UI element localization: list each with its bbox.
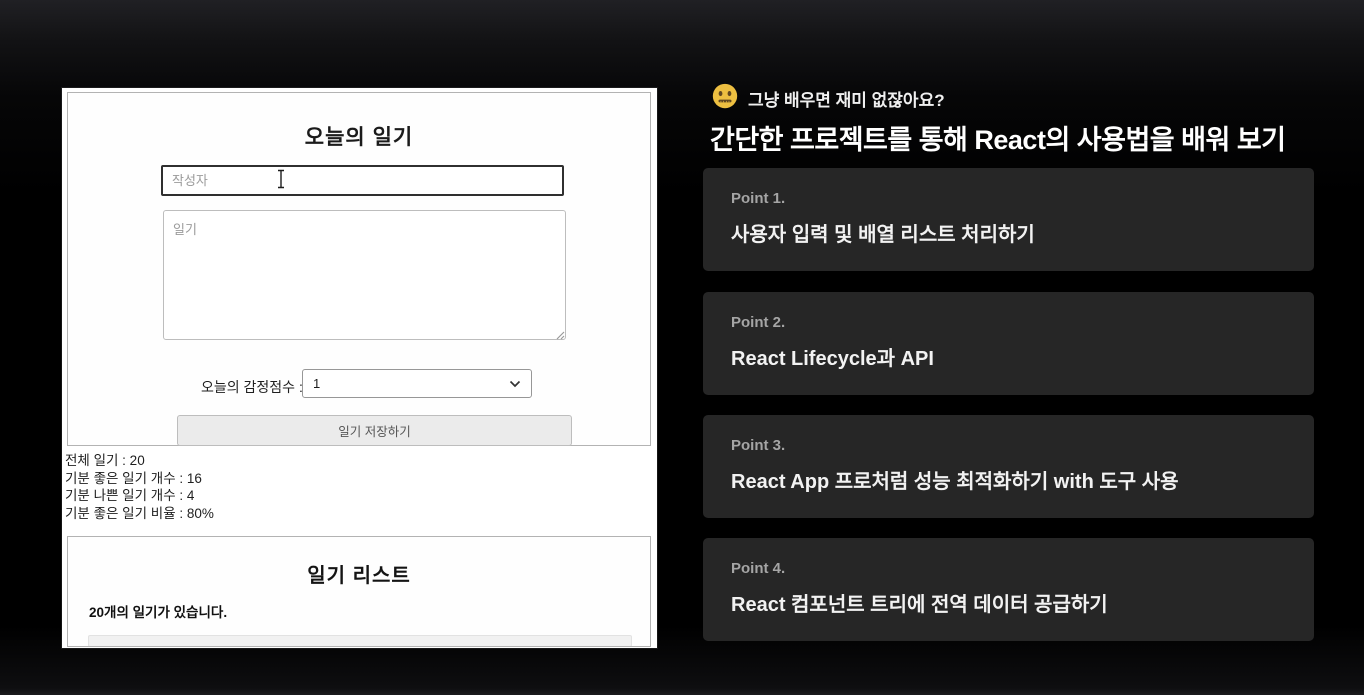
stat-bad-count: 기분 나쁜 일기 개수 : 4 bbox=[65, 488, 195, 504]
stat-good-ratio: 기분 좋은 일기 비율 : 80% bbox=[65, 505, 214, 521]
slide-intro-text: 그냥 배우면 재미 없잖아요? bbox=[748, 91, 945, 110]
point-text: 사용자 입력 및 배열 리스트 처리하기 bbox=[731, 224, 1035, 246]
emotion-select-value: 1 bbox=[313, 376, 321, 391]
diary-editor-title: 오늘의 일기 bbox=[304, 126, 414, 149]
stat-good-count: 기분 좋은 일기 개수 : 16 bbox=[65, 470, 202, 486]
point-card-2: Point 2. React Lifecycle과 API bbox=[703, 292, 1314, 395]
point-label: Point 1. bbox=[731, 190, 786, 207]
diary-list-title: 일기 리스트 bbox=[307, 565, 411, 587]
chevron-down-icon bbox=[509, 380, 521, 388]
neutral-face-emoji-icon bbox=[712, 83, 738, 114]
point-text: React App 프로처럼 성능 최적화하기 with 도구 사용 bbox=[731, 471, 1179, 493]
diary-list-section: 일기 리스트 20개의 일기가 있습니다. bbox=[67, 536, 651, 647]
point-label: Point 4. bbox=[731, 560, 786, 577]
diary-count-number: 20 bbox=[89, 605, 105, 620]
emotion-select[interactable]: 1 bbox=[302, 369, 532, 398]
author-input[interactable] bbox=[161, 165, 564, 196]
point-label: Point 2. bbox=[731, 314, 786, 331]
diary-list-item-partial bbox=[88, 635, 632, 646]
diary-app-panel: 오늘의 일기 오늘의 감정점수 : 1 일기 저장하기 전체 일기 : 20 bbox=[62, 88, 657, 648]
point-card-1: Point 1. 사용자 입력 및 배열 리스트 처리하기 bbox=[703, 168, 1314, 271]
diary-count-suffix: 개의 일기가 있습니다. bbox=[104, 605, 228, 620]
diary-textarea[interactable] bbox=[163, 210, 566, 340]
diary-editor-section: 오늘의 일기 오늘의 감정점수 : 1 일기 저장하기 bbox=[67, 92, 651, 446]
stat-total: 전체 일기 : 20 bbox=[65, 453, 145, 468]
slide-heading: 간단한 프로젝트를 통해 React의 사용법을 배워 보기 bbox=[710, 125, 1286, 155]
point-card-3: Point 3. React App 프로처럼 성능 최적화하기 with 도구… bbox=[703, 415, 1314, 518]
diary-stats: 전체 일기 : 20 기분 좋은 일기 개수 : 16 기분 나쁜 일기 개수 … bbox=[65, 452, 214, 522]
diary-count-text: 20개의 일기가 있습니다. bbox=[89, 601, 227, 621]
point-text: React Lifecycle과 API bbox=[731, 348, 934, 370]
point-label: Point 3. bbox=[731, 437, 786, 454]
emotion-score-label: 오늘의 감정점수 : bbox=[201, 379, 303, 395]
save-diary-button[interactable]: 일기 저장하기 bbox=[177, 415, 572, 446]
point-card-4: Point 4. React 컴포넌트 트리에 전역 데이터 공급하기 bbox=[703, 538, 1314, 641]
slide-intro-row: 그냥 배우면 재미 없잖아요? bbox=[712, 83, 945, 114]
point-text: React 컴포넌트 트리에 전역 데이터 공급하기 bbox=[731, 594, 1108, 616]
